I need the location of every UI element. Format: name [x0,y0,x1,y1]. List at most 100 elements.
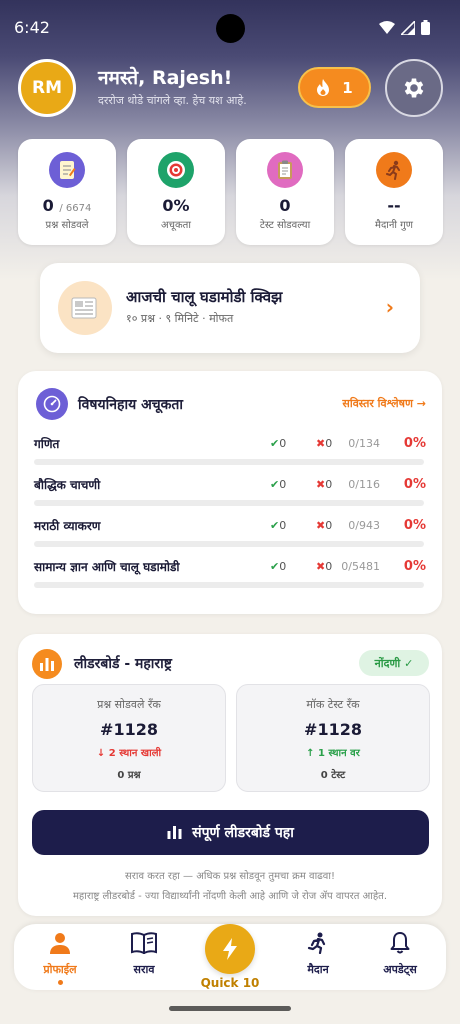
rank-value: #1128 [100,720,158,739]
check-icon: ✔ [270,437,280,450]
nav-item-updates[interactable]: अपडेट्स [360,932,440,977]
active-indicator [57,980,63,985]
subject-row[interactable]: मराठी व्याकरण ✔0 ✖0 0/943 0% [34,517,426,553]
quiz-title: आजची चालू घडामोडी क्विझ [126,288,283,306]
streak-count: 1 [342,78,353,97]
bottom-nav: प्रोफाईल सराव Quick 10 मैदान अपडेट्स [14,924,446,990]
quick-10-button[interactable] [205,924,255,974]
stat-label: मैदानी गुण [374,220,414,231]
subject-name: मराठी व्याकरण [34,519,101,533]
clipboard-icon [267,152,303,188]
home-indicator[interactable] [169,1006,291,1011]
attempted-total: 0/943 [348,519,380,532]
attempted-total: 0/134 [348,437,380,450]
quick-10-label[interactable]: Quick 10 [190,976,270,990]
check-icon: ✔ [270,560,280,573]
greeting-title: नमस्ते, Rajesh! [98,67,233,89]
gear-icon [404,78,424,98]
wrong-count: ✖0 [316,437,333,450]
progress-bar [34,541,424,547]
registered-badge: नोंदणी ✓ [359,650,429,676]
practice-rank-box[interactable]: प्रश्न सोडवले रँक #1128 ↓ 2 स्थान खाली 0… [32,684,226,792]
progress-bar [34,500,424,506]
bar-chart-icon [167,826,182,839]
subject-name: बौद्धिक चाचणी [34,478,101,492]
notepad-icon [49,152,85,188]
correct-count: ✔0 [270,478,287,491]
correct-count: ✔0 [270,560,287,573]
leaderboard-note: महाराष्ट्र लीडरबोर्ड - ज्या विद्यार्थ्या… [72,891,388,902]
cross-icon: ✖ [316,519,326,532]
leaderboard-title: लीडरबोर्ड - महाराष्ट्र [74,656,172,672]
stat-value: -- [387,196,401,215]
subject-row[interactable]: गणित ✔0 ✖0 0/134 0% [34,435,426,471]
runner-icon [307,932,326,955]
correct-count: ✔0 [270,519,287,532]
attempted-total: 0/5481 [341,560,380,573]
streak-badge[interactable]: 1 [298,67,371,108]
cross-icon: ✖ [316,437,326,450]
wifi-icon [379,21,395,34]
wrong-count: ✖0 [316,478,333,491]
stat-card-tests-taken[interactable]: 0 टेस्ट सोडवल्या [236,139,334,245]
chevron-right-icon: › [385,295,394,319]
quiz-subtitle: १० प्रश्न · ९ मिनिटे · मोफत [126,312,234,325]
battery-icon [421,20,430,35]
rank-change: ↓ 2 स्थान खाली [96,748,162,759]
subject-name: गणित [34,437,60,451]
subject-accuracy-card: विषयनिहाय अचूकता सविस्तर विश्लेषण → गणित… [18,371,442,614]
avatar[interactable]: RM [18,59,76,117]
attempted-total: 0/116 [348,478,380,491]
target-icon [158,152,194,188]
leaderboard-card: लीडरबोर्ड - महाराष्ट्र नोंदणी ✓ प्रश्न स… [18,634,442,916]
leaderboard-note: सराव करत रहा — अधिक प्रश्न सोडवून तुमचा … [125,871,335,882]
settings-button[interactable] [385,59,443,117]
lightning-icon [223,938,237,960]
stat-value: 0 / 6674 [42,196,92,215]
runner-icon [376,152,412,188]
rank-label: प्रश्न सोडवले रँक [97,698,161,711]
stat-card-field-score[interactable]: -- मैदानी गुण [345,139,443,245]
stat-value: 0% [162,196,190,215]
view-full-leaderboard-button[interactable]: संपूर्ण लीडरबोर्ड पहा [32,810,429,855]
stat-card-questions-solved[interactable]: 0 / 6674 प्रश्न सोडवले [18,139,116,245]
subject-row[interactable]: बौद्धिक चाचणी ✔0 ✖0 0/116 0% [34,476,426,512]
progress-bar [34,582,424,588]
accuracy-percent: 0% [403,436,426,451]
stat-label: प्रश्न सोडवले [45,220,89,231]
subject-row[interactable]: सामान्य ज्ञान आणि चालू घडामोडी ✔0 ✖0 0/5… [34,558,426,594]
nav-label: मैदान [307,963,329,976]
subject-name: सामान्य ज्ञान आणि चालू घडामोडी [34,560,180,574]
nav-label: अपडेट्स [383,963,417,976]
bar-chart-icon [32,649,62,679]
nav-item-profile[interactable]: प्रोफाईल [20,932,100,985]
speedometer-icon [36,388,68,420]
daily-quiz-card[interactable]: आजची चालू घडामोडी क्विझ १० प्रश्न · ९ मि… [40,263,420,353]
nav-item-ground[interactable]: मैदान [278,932,358,977]
rank-value: #1128 [304,720,362,739]
stat-label: अचूकता [161,220,191,231]
detailed-analysis-link[interactable]: सविस्तर विश्लेषण → [342,396,426,411]
nav-item-practice[interactable]: सराव [104,932,184,977]
nav-label: प्रोफाईल [43,963,77,976]
stat-card-accuracy[interactable]: 0% अचूकता [127,139,225,245]
rank-change: ↑ 1 स्थान वर [306,748,360,759]
view-full-leaderboard-label: संपूर्ण लीडरबोर्ड पहा [192,825,294,841]
status-bar: 6:42 [0,0,460,56]
cross-icon: ✖ [316,560,326,573]
newspaper-icon [58,281,112,335]
wrong-count: ✖0 [316,519,333,532]
mock-test-rank-box[interactable]: मॉक टेस्ट रँक #1128 ↑ 1 स्थान वर 0 टेस्ट [236,684,430,792]
rank-label: मॉक टेस्ट रँक [306,698,360,711]
stat-label: टेस्ट सोडवल्या [259,220,311,231]
greeting-subtitle: दररोज थोडे चांगले व्हा. हेच यश आहे. [98,94,247,107]
camera-cutout [216,14,245,43]
status-time: 6:42 [14,18,50,37]
person-icon [50,933,70,954]
bell-icon [390,932,410,954]
accuracy-percent: 0% [403,477,426,492]
check-icon: ✔ [270,519,280,532]
wrong-count: ✖0 [316,560,333,573]
accuracy-percent: 0% [403,518,426,533]
nav-label: सराव [133,963,155,976]
